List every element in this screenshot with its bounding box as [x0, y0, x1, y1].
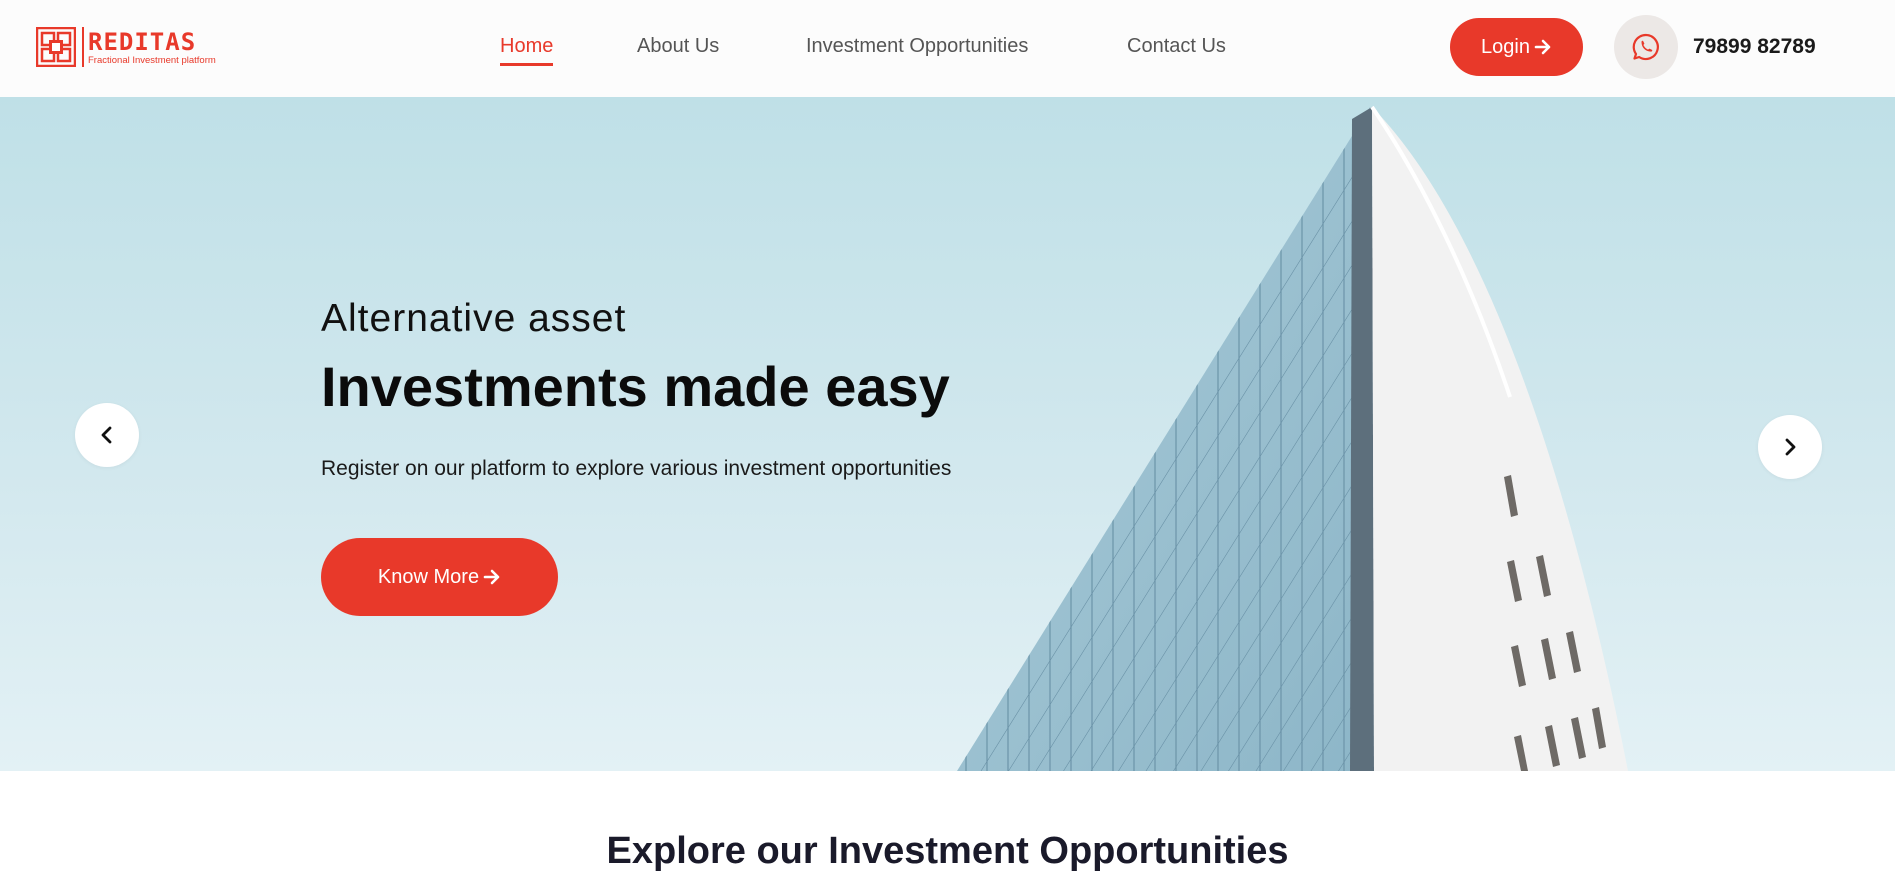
nav-contact-us[interactable]: Contact Us: [1127, 30, 1226, 62]
carousel-prev-button[interactable]: [75, 403, 139, 467]
arrow-right-icon: [1534, 39, 1551, 55]
building-image: [957, 105, 1628, 771]
carousel-next-button[interactable]: [1758, 415, 1822, 479]
know-more-button[interactable]: Know More: [321, 538, 558, 616]
explore-section-title: Explore our Investment Opportunities: [606, 830, 1289, 872]
hero-carousel: Alternative asset Investments made easy …: [0, 97, 1895, 771]
hero-title: Investments made easy: [321, 355, 950, 418]
nav-home[interactable]: Home: [500, 30, 554, 66]
arrow-right-icon: [483, 569, 500, 585]
login-label: Login: [1481, 35, 1530, 58]
phone-number[interactable]: 79899 82789: [1693, 31, 1816, 63]
chevron-left-icon: [101, 426, 112, 444]
site-header: REDITAS Fractional Investment platform H…: [0, 0, 1895, 97]
hero-subtitle: Alternative asset: [321, 297, 627, 340]
hero-description: Register on our platform to explore vari…: [321, 457, 952, 480]
nav-about-us[interactable]: About Us: [637, 30, 719, 62]
main-nav: Home About Us Investment Opportunities C…: [0, 30, 1895, 70]
whatsapp-button[interactable]: [1614, 15, 1678, 79]
nav-investment-opportunities[interactable]: Investment Opportunities: [806, 30, 1028, 62]
whatsapp-icon: [1632, 33, 1659, 61]
chevron-right-icon: [1785, 438, 1796, 456]
login-button[interactable]: Login: [1450, 18, 1583, 76]
know-more-label: Know More: [377, 565, 480, 588]
